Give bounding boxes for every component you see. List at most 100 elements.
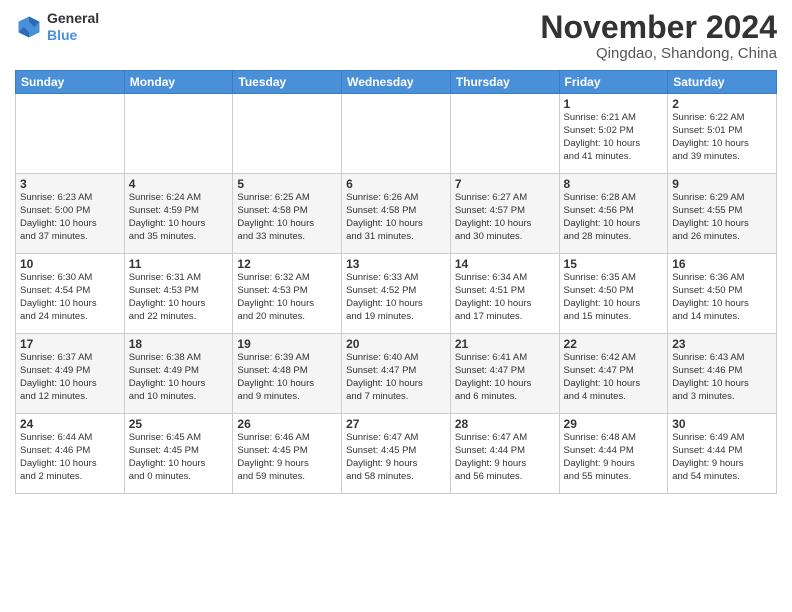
day-info: Sunrise: 6:30 AM Sunset: 4:54 PM Dayligh… [20, 272, 120, 323]
calendar-header: Sunday Monday Tuesday Wednesday Thursday… [16, 71, 777, 94]
day-info: Sunrise: 6:34 AM Sunset: 4:51 PM Dayligh… [455, 272, 555, 323]
day-info: Sunrise: 6:41 AM Sunset: 4:47 PM Dayligh… [455, 352, 555, 403]
day-number: 7 [455, 177, 555, 191]
calendar-cell: 28Sunrise: 6:47 AM Sunset: 4:44 PM Dayli… [450, 414, 559, 494]
calendar-week-4: 24Sunrise: 6:44 AM Sunset: 4:46 PM Dayli… [16, 414, 777, 494]
day-info: Sunrise: 6:47 AM Sunset: 4:44 PM Dayligh… [455, 432, 555, 483]
col-wednesday: Wednesday [342, 71, 451, 94]
calendar-cell: 22Sunrise: 6:42 AM Sunset: 4:47 PM Dayli… [559, 334, 668, 414]
col-friday: Friday [559, 71, 668, 94]
calendar-body: 1Sunrise: 6:21 AM Sunset: 5:02 PM Daylig… [16, 94, 777, 494]
day-number: 9 [672, 177, 772, 191]
day-number: 28 [455, 417, 555, 431]
calendar-week-1: 3Sunrise: 6:23 AM Sunset: 5:00 PM Daylig… [16, 174, 777, 254]
day-info: Sunrise: 6:32 AM Sunset: 4:53 PM Dayligh… [237, 272, 337, 323]
day-number: 15 [564, 257, 664, 271]
day-info: Sunrise: 6:37 AM Sunset: 4:49 PM Dayligh… [20, 352, 120, 403]
calendar-cell: 3Sunrise: 6:23 AM Sunset: 5:00 PM Daylig… [16, 174, 125, 254]
day-info: Sunrise: 6:26 AM Sunset: 4:58 PM Dayligh… [346, 192, 446, 243]
day-info: Sunrise: 6:40 AM Sunset: 4:47 PM Dayligh… [346, 352, 446, 403]
day-info: Sunrise: 6:29 AM Sunset: 4:55 PM Dayligh… [672, 192, 772, 243]
day-info: Sunrise: 6:21 AM Sunset: 5:02 PM Dayligh… [564, 112, 664, 163]
header: General Blue November 2024 Qingdao, Shan… [15, 10, 777, 62]
logo-blue: Blue [47, 27, 77, 43]
title-section: November 2024 Qingdao, Shandong, China [540, 10, 777, 62]
day-info: Sunrise: 6:44 AM Sunset: 4:46 PM Dayligh… [20, 432, 120, 483]
day-number: 11 [129, 257, 229, 271]
day-info: Sunrise: 6:33 AM Sunset: 4:52 PM Dayligh… [346, 272, 446, 323]
day-number: 26 [237, 417, 337, 431]
calendar-cell: 27Sunrise: 6:47 AM Sunset: 4:45 PM Dayli… [342, 414, 451, 494]
col-saturday: Saturday [668, 71, 777, 94]
calendar-cell: 1Sunrise: 6:21 AM Sunset: 5:02 PM Daylig… [559, 94, 668, 174]
day-number: 29 [564, 417, 664, 431]
day-number: 24 [20, 417, 120, 431]
day-number: 30 [672, 417, 772, 431]
calendar-cell [342, 94, 451, 174]
calendar-cell: 15Sunrise: 6:35 AM Sunset: 4:50 PM Dayli… [559, 254, 668, 334]
day-number: 1 [564, 97, 664, 111]
day-info: Sunrise: 6:28 AM Sunset: 4:56 PM Dayligh… [564, 192, 664, 243]
day-number: 13 [346, 257, 446, 271]
calendar-cell: 18Sunrise: 6:38 AM Sunset: 4:49 PM Dayli… [124, 334, 233, 414]
calendar-cell: 26Sunrise: 6:46 AM Sunset: 4:45 PM Dayli… [233, 414, 342, 494]
day-info: Sunrise: 6:48 AM Sunset: 4:44 PM Dayligh… [564, 432, 664, 483]
page: General Blue November 2024 Qingdao, Shan… [0, 0, 792, 612]
day-number: 6 [346, 177, 446, 191]
location: Qingdao, Shandong, China [540, 45, 777, 62]
day-number: 3 [20, 177, 120, 191]
day-info: Sunrise: 6:25 AM Sunset: 4:58 PM Dayligh… [237, 192, 337, 243]
calendar-cell: 25Sunrise: 6:45 AM Sunset: 4:45 PM Dayli… [124, 414, 233, 494]
calendar-cell: 21Sunrise: 6:41 AM Sunset: 4:47 PM Dayli… [450, 334, 559, 414]
day-number: 23 [672, 337, 772, 351]
day-info: Sunrise: 6:45 AM Sunset: 4:45 PM Dayligh… [129, 432, 229, 483]
day-info: Sunrise: 6:42 AM Sunset: 4:47 PM Dayligh… [564, 352, 664, 403]
day-info: Sunrise: 6:47 AM Sunset: 4:45 PM Dayligh… [346, 432, 446, 483]
day-number: 27 [346, 417, 446, 431]
day-info: Sunrise: 6:35 AM Sunset: 4:50 PM Dayligh… [564, 272, 664, 323]
col-monday: Monday [124, 71, 233, 94]
calendar: Sunday Monday Tuesday Wednesday Thursday… [15, 70, 777, 494]
calendar-cell: 7Sunrise: 6:27 AM Sunset: 4:57 PM Daylig… [450, 174, 559, 254]
month-title: November 2024 [540, 10, 777, 45]
calendar-week-3: 17Sunrise: 6:37 AM Sunset: 4:49 PM Dayli… [16, 334, 777, 414]
calendar-cell: 30Sunrise: 6:49 AM Sunset: 4:44 PM Dayli… [668, 414, 777, 494]
calendar-cell [16, 94, 125, 174]
calendar-cell: 14Sunrise: 6:34 AM Sunset: 4:51 PM Dayli… [450, 254, 559, 334]
col-sunday: Sunday [16, 71, 125, 94]
day-number: 20 [346, 337, 446, 351]
logo: General Blue [15, 10, 99, 44]
calendar-cell: 6Sunrise: 6:26 AM Sunset: 4:58 PM Daylig… [342, 174, 451, 254]
day-number: 4 [129, 177, 229, 191]
col-thursday: Thursday [450, 71, 559, 94]
day-info: Sunrise: 6:23 AM Sunset: 5:00 PM Dayligh… [20, 192, 120, 243]
day-number: 25 [129, 417, 229, 431]
calendar-cell: 23Sunrise: 6:43 AM Sunset: 4:46 PM Dayli… [668, 334, 777, 414]
calendar-cell: 5Sunrise: 6:25 AM Sunset: 4:58 PM Daylig… [233, 174, 342, 254]
calendar-cell [450, 94, 559, 174]
calendar-cell: 11Sunrise: 6:31 AM Sunset: 4:53 PM Dayli… [124, 254, 233, 334]
calendar-cell: 9Sunrise: 6:29 AM Sunset: 4:55 PM Daylig… [668, 174, 777, 254]
calendar-cell: 10Sunrise: 6:30 AM Sunset: 4:54 PM Dayli… [16, 254, 125, 334]
calendar-cell [124, 94, 233, 174]
day-number: 18 [129, 337, 229, 351]
calendar-cell: 12Sunrise: 6:32 AM Sunset: 4:53 PM Dayli… [233, 254, 342, 334]
day-number: 8 [564, 177, 664, 191]
day-number: 17 [20, 337, 120, 351]
calendar-cell: 17Sunrise: 6:37 AM Sunset: 4:49 PM Dayli… [16, 334, 125, 414]
day-number: 16 [672, 257, 772, 271]
calendar-cell: 13Sunrise: 6:33 AM Sunset: 4:52 PM Dayli… [342, 254, 451, 334]
day-number: 14 [455, 257, 555, 271]
calendar-week-2: 10Sunrise: 6:30 AM Sunset: 4:54 PM Dayli… [16, 254, 777, 334]
col-tuesday: Tuesday [233, 71, 342, 94]
day-number: 21 [455, 337, 555, 351]
calendar-week-0: 1Sunrise: 6:21 AM Sunset: 5:02 PM Daylig… [16, 94, 777, 174]
calendar-cell: 19Sunrise: 6:39 AM Sunset: 4:48 PM Dayli… [233, 334, 342, 414]
day-info: Sunrise: 6:38 AM Sunset: 4:49 PM Dayligh… [129, 352, 229, 403]
calendar-cell: 8Sunrise: 6:28 AM Sunset: 4:56 PM Daylig… [559, 174, 668, 254]
calendar-cell: 4Sunrise: 6:24 AM Sunset: 4:59 PM Daylig… [124, 174, 233, 254]
day-number: 19 [237, 337, 337, 351]
calendar-cell: 24Sunrise: 6:44 AM Sunset: 4:46 PM Dayli… [16, 414, 125, 494]
day-info: Sunrise: 6:24 AM Sunset: 4:59 PM Dayligh… [129, 192, 229, 243]
calendar-cell: 16Sunrise: 6:36 AM Sunset: 4:50 PM Dayli… [668, 254, 777, 334]
